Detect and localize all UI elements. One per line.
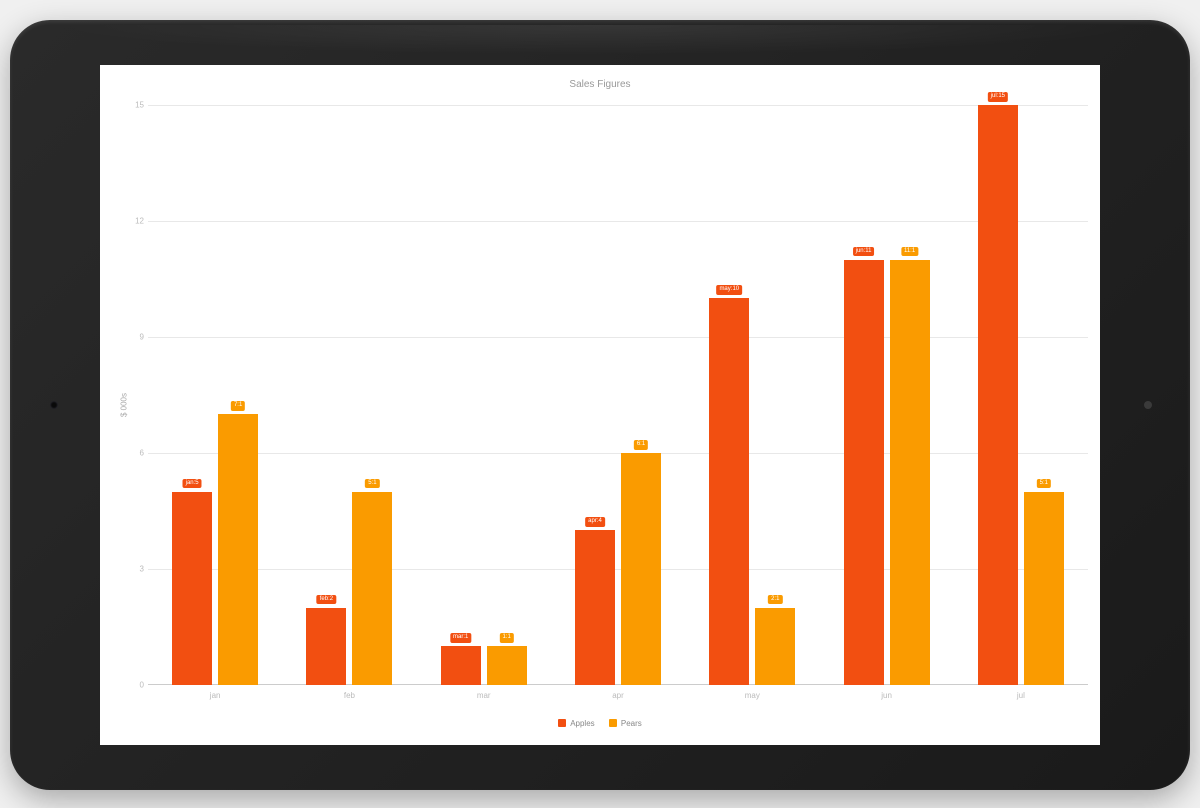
baseline [148,684,1088,685]
bar-label: 1:1 [500,633,514,643]
y-tick-label: 3 [128,565,144,574]
bar-label: 6:1 [634,440,648,450]
bar-label: jun:11 [853,247,875,257]
bar-apples-may[interactable]: may:10 [709,298,749,685]
bar-label: jul:15 [988,92,1008,102]
tablet-camera [50,401,58,409]
legend-swatch-apples [558,719,566,727]
chart-title: Sales Figures [100,79,1100,90]
bar-label: feb:2 [317,595,336,605]
x-tick-label: jul [1017,691,1025,700]
gridline [148,337,1088,338]
gridline [148,569,1088,570]
legend-item-apples[interactable]: Apples [558,719,594,728]
bar-pears-mar[interactable]: 1:1 [487,646,527,685]
x-tick-label: mar [477,691,491,700]
chart-legend: Apples Pears [100,719,1100,730]
bar-label: 7:1 [231,401,245,411]
bar-label: may:10 [716,285,742,295]
gridline [148,221,1088,222]
bar-apples-jan[interactable]: jan:5 [172,492,212,685]
x-tick-label: jan [210,691,221,700]
bar-pears-apr[interactable]: 6:1 [621,453,661,685]
y-tick-label: 0 [128,681,144,690]
legend-item-pears[interactable]: Pears [609,719,642,728]
tablet-glare [50,25,1150,55]
tablet-frame: Sales Figures $ 000s jan:57:1feb:25:1mar… [10,20,1190,790]
x-tick-label: feb [344,691,355,700]
x-tick-label: may [745,691,760,700]
bar-apples-feb[interactable]: feb:2 [306,608,346,685]
bar-label: jan:5 [183,479,202,489]
bar-apples-jul[interactable]: jul:15 [978,105,1018,685]
legend-swatch-pears [609,719,617,727]
plot-area: jan:57:1feb:25:1mar:11:1apr:46:1may:102:… [148,105,1088,685]
bar-label: 2:1 [768,595,782,605]
x-tick-label: apr [612,691,624,700]
bar-apples-apr[interactable]: apr:4 [575,530,615,685]
y-tick-label: 15 [128,101,144,110]
legend-label-apples: Apples [570,719,594,728]
y-tick-label: 6 [128,449,144,458]
bar-pears-jan[interactable]: 7:1 [218,414,258,685]
bar-pears-jul[interactable]: 5:1 [1024,492,1064,685]
bar-label: 5:1 [365,479,379,489]
y-tick-label: 12 [128,217,144,226]
bar-apples-jun[interactable]: jun:11 [844,260,884,685]
legend-label-pears: Pears [621,719,642,728]
bar-label: 5:1 [1037,479,1051,489]
bar-label: mar:1 [450,633,471,643]
bar-label: apr:4 [585,517,605,527]
tablet-screen: Sales Figures $ 000s jan:57:1feb:25:1mar… [100,65,1100,745]
bar-pears-feb[interactable]: 5:1 [352,492,392,685]
bar-pears-jun[interactable]: 11:1 [890,260,930,685]
tablet-home-button[interactable] [1144,401,1152,409]
x-tick-label: jun [881,691,892,700]
bar-apples-mar[interactable]: mar:1 [441,646,481,685]
bar-label: 11:1 [901,247,918,257]
y-axis-label: $ 000s [120,393,129,417]
gridline [148,453,1088,454]
gridline [148,105,1088,106]
bar-pears-may[interactable]: 2:1 [755,608,795,685]
y-tick-label: 9 [128,333,144,342]
